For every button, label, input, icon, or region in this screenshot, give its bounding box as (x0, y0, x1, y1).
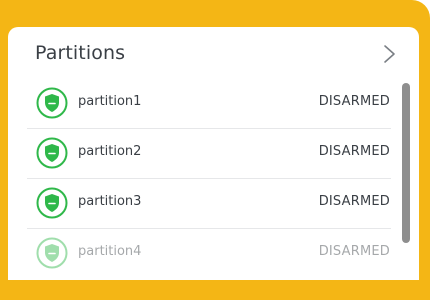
partition-row-3[interactable]: partition3 DISARMED (27, 179, 391, 229)
shield-icon (36, 237, 68, 269)
shield-icon (36, 187, 68, 219)
partitions-card: Partitions partition1 DISARMED partition… (8, 27, 419, 280)
partition-name: partition3 (78, 194, 142, 209)
shield-icon (36, 137, 68, 169)
partition-status: DISARMED (318, 94, 390, 109)
chevron-right-icon[interactable] (379, 44, 399, 64)
partition-status: DISARMED (318, 144, 390, 159)
partition-name: partition4 (78, 244, 142, 259)
partition-status: DISARMED (318, 244, 390, 259)
shield-icon (36, 87, 68, 119)
scrollbar-thumb[interactable] (402, 83, 410, 243)
partition-row-2[interactable]: partition2 DISARMED (27, 129, 391, 179)
partition-row-4[interactable]: partition4 DISARMED (27, 229, 391, 279)
partition-list: partition1 DISARMED partition2 DISARMED … (8, 79, 419, 280)
partition-row-1[interactable]: partition1 DISARMED (27, 79, 391, 129)
page-title: Partitions (35, 42, 126, 64)
partitions-header[interactable]: Partitions (8, 27, 419, 79)
partition-name: partition1 (78, 94, 142, 109)
partition-name: partition2 (78, 144, 142, 159)
partition-status: DISARMED (318, 194, 390, 209)
